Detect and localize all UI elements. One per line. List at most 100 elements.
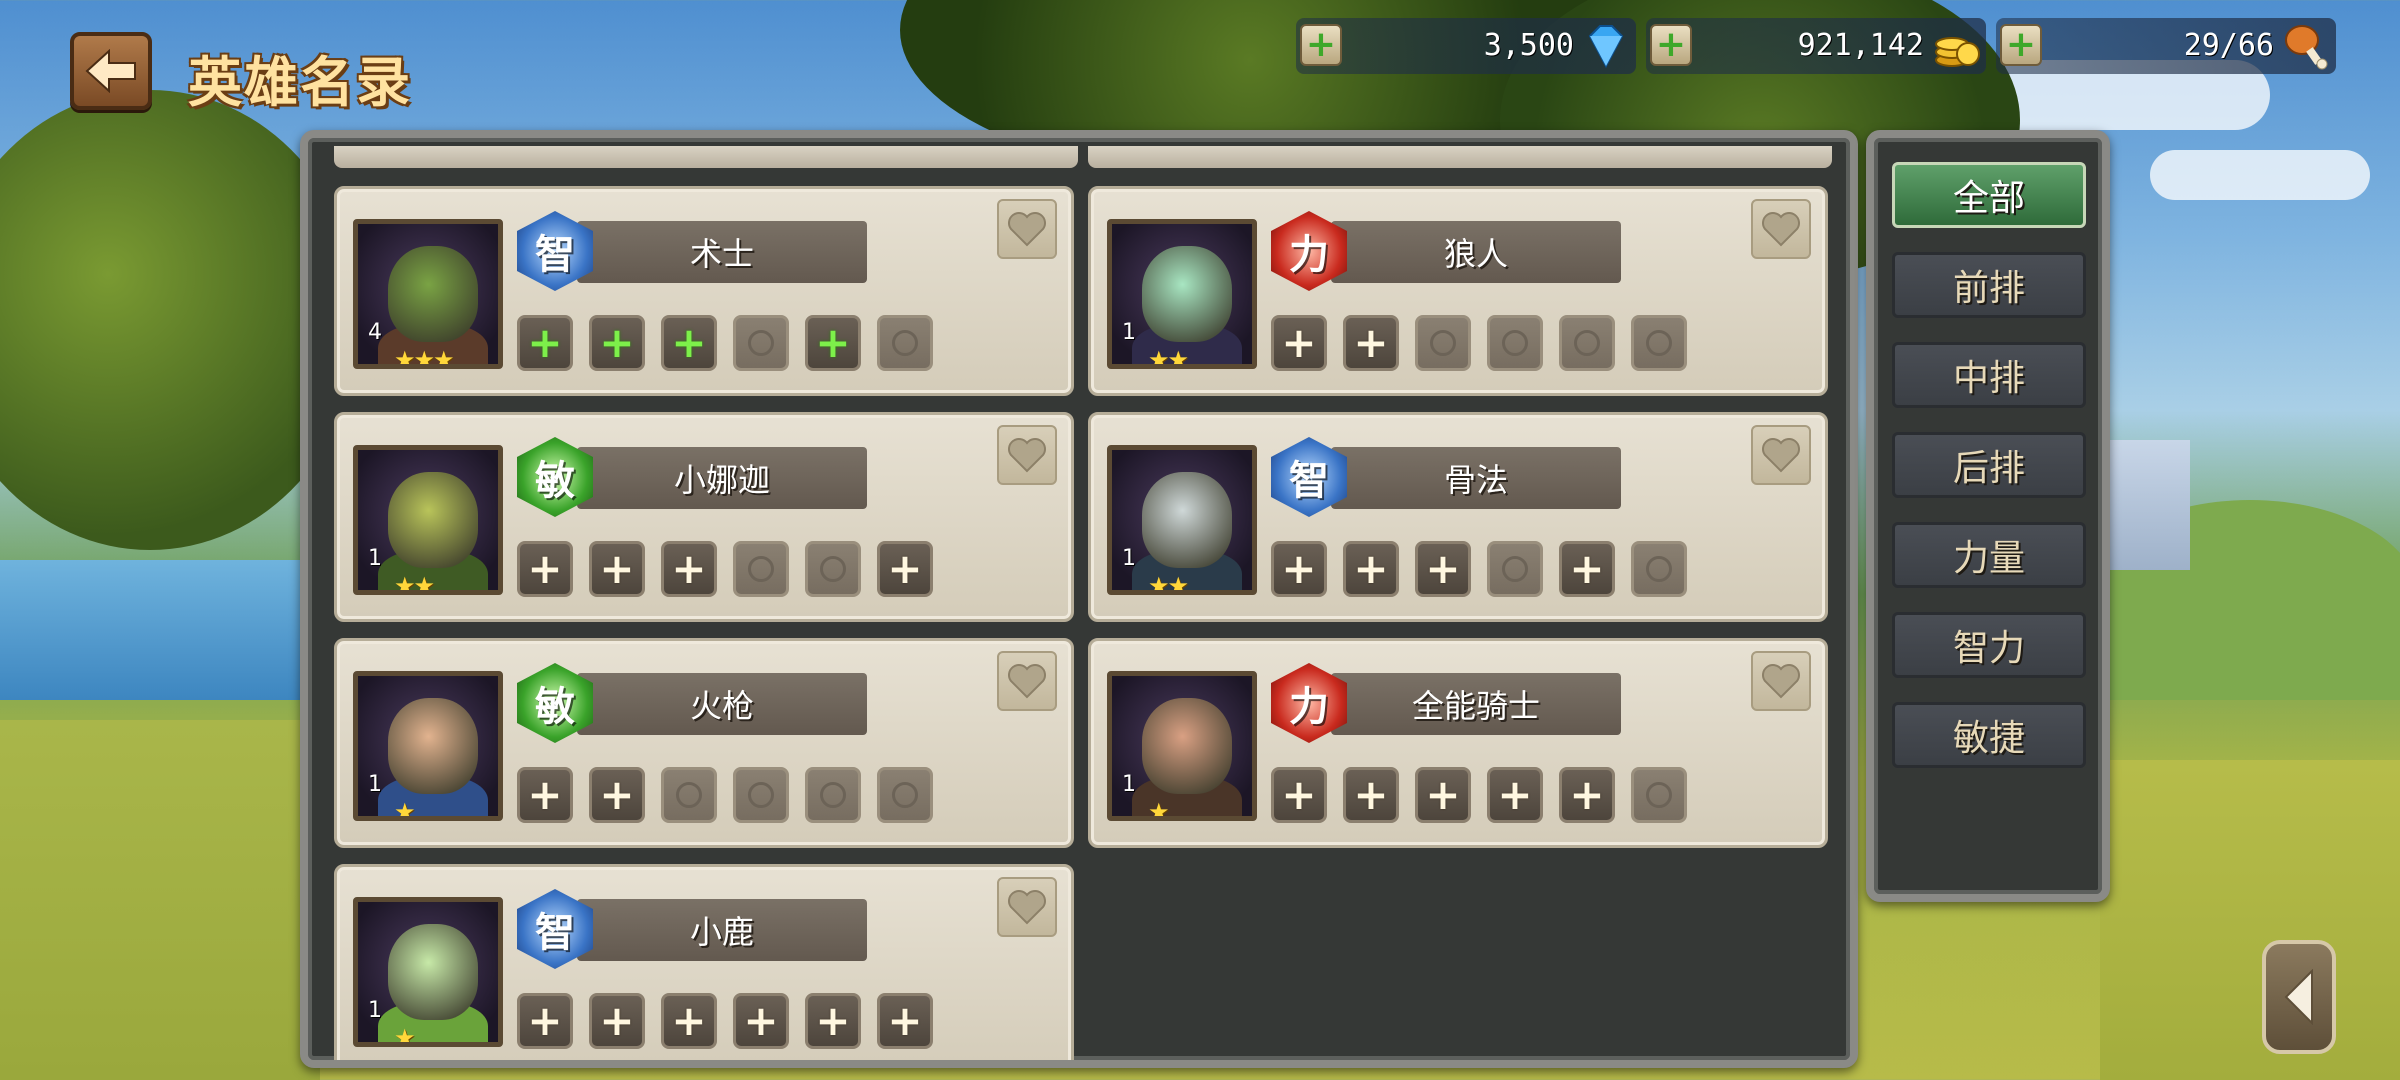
equip-plus-icon[interactable]: + xyxy=(661,541,717,597)
equip-plus-icon[interactable]: + xyxy=(589,315,645,371)
empty-equipment-slot[interactable] xyxy=(877,767,933,823)
add-stamina-button[interactable]: + xyxy=(2000,24,2042,66)
hero-card[interactable]: 4 ★★★ 术士 智 + + + + xyxy=(334,186,1074,396)
hero-card[interactable]: 1 ★★ 骨法 智 + + + + xyxy=(1088,412,1828,622)
empty-equipment-slot[interactable] xyxy=(1631,315,1687,371)
heart-icon xyxy=(1008,664,1046,699)
equip-plus-icon[interactable]: + xyxy=(877,541,933,597)
hero-portrait[interactable]: 1 ★★ xyxy=(1107,445,1257,595)
hero-level: 4 xyxy=(368,320,382,345)
stamina-value: 29/66 xyxy=(2183,28,2274,63)
empty-equipment-slot[interactable] xyxy=(1487,541,1543,597)
hero-card[interactable]: 1 ★★ 狼人 力 + + xyxy=(1088,186,1828,396)
empty-equipment-slot[interactable] xyxy=(805,767,861,823)
hero-card[interactable]: 1 ★★ 小娜迦 敏 + + + + xyxy=(334,412,1074,622)
favorite-button[interactable] xyxy=(997,877,1057,937)
hero-card[interactable]: 1 ★ 火枪 敏 + + xyxy=(334,638,1074,848)
empty-equipment-slot[interactable] xyxy=(733,767,789,823)
empty-equipment-slot[interactable] xyxy=(733,541,789,597)
resource-gems: + 3,500 xyxy=(1296,18,1636,74)
equip-plus-icon[interactable]: + xyxy=(517,541,573,597)
empty-equipment-slot[interactable] xyxy=(1559,315,1615,371)
hero-portrait[interactable]: 1 ★★ xyxy=(1107,219,1257,369)
favorite-button[interactable] xyxy=(1751,199,1811,259)
favorite-button[interactable] xyxy=(997,651,1057,711)
filter-button[interactable]: 中排 xyxy=(1892,342,2086,408)
hero-name: 小娜迦 xyxy=(577,447,867,509)
hero-card[interactable]: 1 ★ 小鹿 智 + + + + + + xyxy=(334,864,1074,1060)
gems-value: 3,500 xyxy=(1483,28,1574,63)
hero-stars: ★★★ xyxy=(394,346,455,369)
hero-card[interactable]: 1 ★ 全能骑士 力 + + + + + xyxy=(1088,638,1828,848)
equip-plus-icon[interactable]: + xyxy=(877,993,933,1049)
hero-portrait[interactable]: 1 ★ xyxy=(353,897,503,1047)
empty-equipment-slot[interactable] xyxy=(661,767,717,823)
empty-equipment-slot[interactable] xyxy=(1487,315,1543,371)
side-collapse-button[interactable] xyxy=(2262,940,2336,1054)
hero-portrait[interactable]: 1 ★★ xyxy=(353,445,503,595)
heart-icon xyxy=(1008,212,1046,247)
equip-plus-icon[interactable]: + xyxy=(517,993,573,1049)
add-gems-button[interactable]: + xyxy=(1300,24,1342,66)
equip-plus-icon[interactable]: + xyxy=(733,993,789,1049)
equip-plus-icon[interactable]: + xyxy=(517,767,573,823)
favorite-button[interactable] xyxy=(1751,425,1811,485)
equip-plus-icon[interactable]: + xyxy=(661,315,717,371)
filter-button[interactable]: 后排 xyxy=(1892,432,2086,498)
equip-plus-icon[interactable]: + xyxy=(1559,541,1615,597)
equip-plus-icon[interactable]: + xyxy=(1271,315,1327,371)
equip-plus-icon[interactable]: + xyxy=(1415,767,1471,823)
empty-equipment-slot[interactable] xyxy=(1631,767,1687,823)
equip-plus-icon[interactable]: + xyxy=(661,993,717,1049)
hero-stars: ★ xyxy=(394,1024,415,1047)
equip-plus-icon[interactable]: + xyxy=(805,315,861,371)
filter-button[interactable]: 智力 xyxy=(1892,612,2086,678)
filter-button[interactable]: 力量 xyxy=(1892,522,2086,588)
equip-plus-icon[interactable]: + xyxy=(589,767,645,823)
add-gold-button[interactable]: + xyxy=(1650,24,1692,66)
empty-equipment-slot[interactable] xyxy=(1631,541,1687,597)
equip-plus-icon[interactable]: + xyxy=(1415,541,1471,597)
equip-plus-icon[interactable]: + xyxy=(1343,767,1399,823)
hero-level: 1 xyxy=(1122,546,1136,571)
hero-stars: ★★ xyxy=(394,572,435,595)
filter-button[interactable]: 敏捷 xyxy=(1892,702,2086,768)
hero-list-panel[interactable]: 4 ★★★ 术士 智 + + + + 1 ★★ 狼人 力 + + 1 ★★ 小娜… xyxy=(300,130,1858,1068)
empty-equipment-slot[interactable] xyxy=(1415,315,1471,371)
hero-portrait[interactable]: 1 ★ xyxy=(1107,671,1257,821)
heart-icon xyxy=(1762,664,1800,699)
gold-coins-icon xyxy=(1935,37,1980,67)
hero-name: 术士 xyxy=(577,221,867,283)
equip-plus-icon[interactable]: + xyxy=(589,541,645,597)
equip-plus-icon[interactable]: + xyxy=(805,993,861,1049)
favorite-button[interactable] xyxy=(997,425,1057,485)
filter-button[interactable]: 前排 xyxy=(1892,252,2086,318)
favorite-button[interactable] xyxy=(997,199,1057,259)
back-button[interactable] xyxy=(70,32,152,110)
equip-plus-icon[interactable]: + xyxy=(1271,767,1327,823)
equip-plus-icon[interactable]: + xyxy=(1559,767,1615,823)
resource-gold: + 921,142 xyxy=(1646,18,1986,74)
empty-equipment-slot[interactable] xyxy=(805,541,861,597)
favorite-button[interactable] xyxy=(1751,651,1811,711)
arrow-left-icon xyxy=(85,49,136,93)
equip-plus-icon[interactable]: + xyxy=(1487,767,1543,823)
equip-plus-icon[interactable]: + xyxy=(517,315,573,371)
hero-name: 全能骑士 xyxy=(1331,673,1621,735)
page-title: 英雄名录 xyxy=(188,50,412,114)
heart-icon xyxy=(1008,438,1046,473)
empty-equipment-slot[interactable] xyxy=(733,315,789,371)
hero-portrait[interactable]: 4 ★★★ xyxy=(353,219,503,369)
hero-stars: ★★ xyxy=(1148,572,1189,595)
hero-portrait[interactable]: 1 ★ xyxy=(353,671,503,821)
equip-plus-icon[interactable]: + xyxy=(589,993,645,1049)
hero-stars: ★ xyxy=(394,798,415,821)
equipment-slots: + + xyxy=(1271,315,1687,371)
hero-name: 小鹿 xyxy=(577,899,867,961)
diamond-icon xyxy=(1588,25,1624,69)
equip-plus-icon[interactable]: + xyxy=(1271,541,1327,597)
equip-plus-icon[interactable]: + xyxy=(1343,315,1399,371)
filter-button[interactable]: 全部 xyxy=(1892,162,2086,228)
empty-equipment-slot[interactable] xyxy=(877,315,933,371)
equip-plus-icon[interactable]: + xyxy=(1343,541,1399,597)
